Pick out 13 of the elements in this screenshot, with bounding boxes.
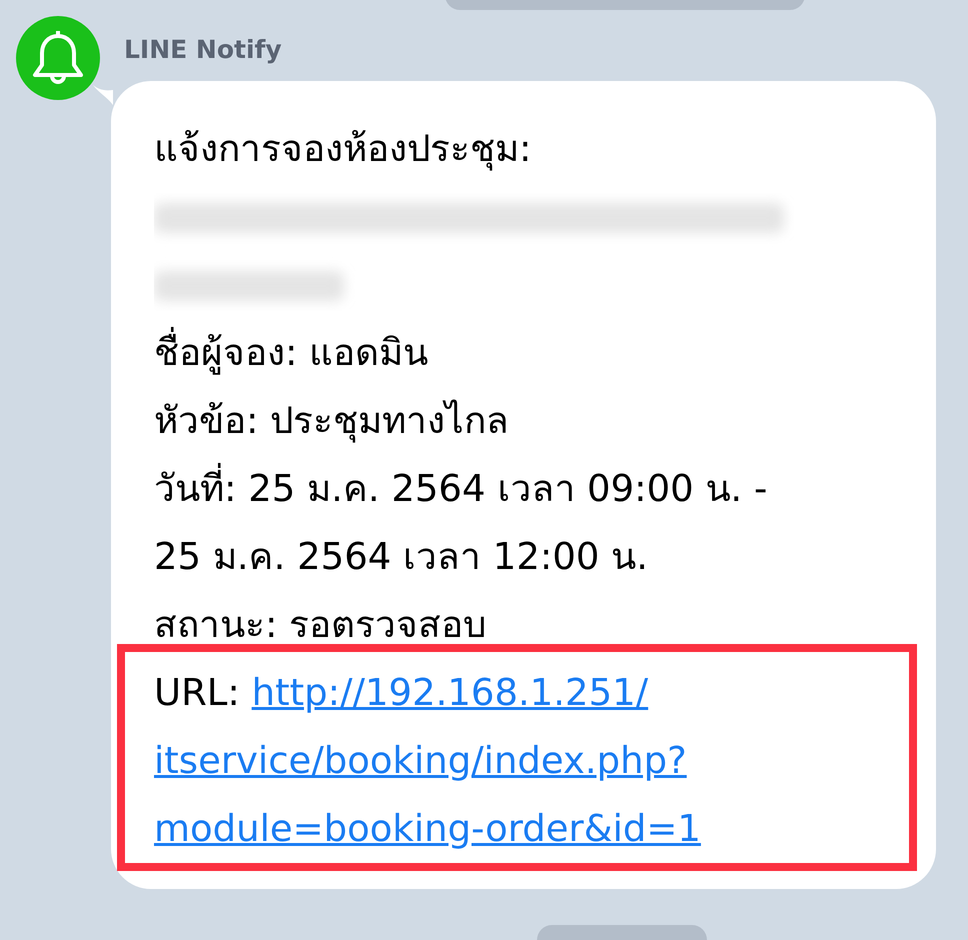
bell-avatar-icon — [16, 16, 100, 100]
message-text: สถานะ: รอตรวจสอบ — [154, 602, 488, 648]
link[interactable]: module=booking-order&id=1 — [154, 807, 701, 850]
link[interactable]: http://192.168.1.251/ — [252, 671, 648, 714]
url-label: URL: — [154, 671, 241, 714]
message-text: 25 ม.ค. 2564 เวลา 12:00 น. — [154, 534, 649, 580]
message-text: ชื่อผู้จอง: แอดมิน — [154, 319, 936, 387]
message-text: แจ้งการจองห้องประชุม: — [154, 126, 532, 173]
sender-name: LINE Notify — [124, 34, 283, 66]
link[interactable]: itservice/booking/index.php? — [154, 739, 687, 782]
bubble-tail-drawing — [93, 85, 113, 105]
message-text: หัวข้อ: ประชุมทางไกล — [154, 398, 510, 445]
message-text: วันที่: 25 ม.ค. 2564 เวลา 09:00 น. - — [154, 455, 936, 523]
